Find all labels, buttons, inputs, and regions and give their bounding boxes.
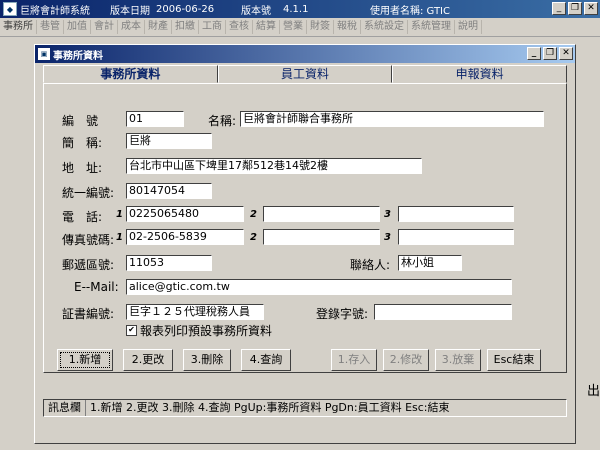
phone-2-field[interactable] <box>263 206 380 222</box>
contact-field[interactable]: 林小姐 <box>398 255 462 271</box>
fax-index-3: 3 <box>384 232 391 243</box>
version-number: 4.1.1 <box>283 3 309 15</box>
zip-label: 郵遞區號: <box>62 258 115 272</box>
code-field[interactable]: 01 <box>126 111 184 127</box>
menu-cost[interactable]: 成本 <box>118 20 145 34</box>
fax-index-1: 1 <box>116 232 123 243</box>
menu-help[interactable]: 說明 <box>455 20 482 34</box>
menu-settlement[interactable]: 結算 <box>253 20 280 34</box>
menu-accounting[interactable]: 會計 <box>91 20 118 34</box>
fax-index-2: 2 <box>250 232 257 243</box>
status-bar: 訊息欄 1.新增 2.更改 3.刪除 4.查詢 PgUp:事務所資料 PgDn:… <box>43 399 567 417</box>
tab-filing-data[interactable]: 申報資料 <box>392 65 568 83</box>
minimize-icon[interactable]: _ <box>552 2 566 15</box>
cert-field[interactable]: 巨字１２５代理稅務人員 <box>126 304 264 320</box>
reg-label: 登錄字號: <box>316 307 369 321</box>
version-number-label: 版本號 <box>241 5 271 17</box>
zip-field[interactable]: 11053 <box>126 255 212 271</box>
version-date: 2006-06-26 <box>156 3 215 15</box>
user-name: 使用者名稱: GTIC <box>370 5 450 17</box>
fax-1-field[interactable]: 02-2506-5839 <box>126 229 244 245</box>
phone-3-field[interactable] <box>398 206 514 222</box>
phone-1-field[interactable]: 0225065480 <box>126 206 244 222</box>
dialog-minimize-icon[interactable]: _ <box>527 47 541 60</box>
esc-exit-button[interactable]: Esc結束 <box>487 349 541 371</box>
tax-id-label: 統一編號: <box>62 186 115 200</box>
tax-id-field[interactable]: 80147054 <box>126 183 212 199</box>
email-label: E--Mail: <box>74 280 119 294</box>
short-name-field[interactable]: 巨將 <box>126 133 212 149</box>
background-fragment: 出 <box>586 384 600 399</box>
app-title: 巨將會計師系統 <box>20 5 90 17</box>
close-icon[interactable]: ✕ <box>584 2 598 15</box>
address-field[interactable]: 台北市中山區下埤里17鄰512巷14號2樓 <box>126 158 422 174</box>
menu-finance[interactable]: 財簽 <box>307 20 334 34</box>
app-title-bar: ◆ 巨將會計師系統 版本日期 2006-06-26 版本號 4.1.1 使用者名… <box>0 0 600 18</box>
query-button[interactable]: 4.查詢 <box>241 349 291 371</box>
add-button[interactable]: 1.新增 <box>57 349 113 371</box>
tab-employee-data[interactable]: 員工資料 <box>217 65 393 83</box>
menu-business[interactable]: 工商 <box>199 20 226 34</box>
menu-withholding[interactable]: 扣繳 <box>172 20 199 34</box>
menu-bar: 事務所 巷管 加值 會計 成本 財產 扣繳 工商 查核 結算 營業 財簽 報稅 … <box>0 18 600 37</box>
save-button[interactable]: 1.存入 <box>331 349 377 371</box>
phone-index-1: 1 <box>116 209 123 220</box>
menu-office[interactable]: 事務所 <box>0 20 37 34</box>
dialog-maximize-icon[interactable]: ❐ <box>543 47 557 60</box>
menu-audit[interactable]: 查核 <box>226 20 253 34</box>
reg-field[interactable] <box>374 304 512 320</box>
print-default-checkbox[interactable]: ✔ <box>126 325 137 336</box>
tab-office-data[interactable]: 事務所資料 <box>43 65 218 83</box>
address-label: 地 址: <box>62 161 103 175</box>
office-data-dialog: ▣ 事務所資料 _ ❐ ✕ 事務所資料 員工資料 申報資料 編 號 01 名稱:… <box>34 44 576 444</box>
dialog-icon: ▣ <box>38 48 50 60</box>
menu-tax[interactable]: 報稅 <box>334 20 361 34</box>
version-date-label: 版本日期 <box>110 5 150 17</box>
modify-button[interactable]: 2.修改 <box>383 349 429 371</box>
print-default-label: 報表列印預設事務所資料 <box>140 324 273 338</box>
dialog-title-bar: ▣ 事務所資料 _ ❐ ✕ <box>35 45 575 63</box>
fax-3-field[interactable] <box>398 229 514 245</box>
menu-lane[interactable]: 巷管 <box>37 20 64 34</box>
name-label: 名稱: <box>208 114 237 128</box>
button-row: 1.新增 2.更改 3.刪除 4.查詢 1.存入 2.修改 3.放棄 Esc結束 <box>53 349 553 375</box>
restore-icon[interactable]: ❐ <box>568 2 582 15</box>
menu-system-admin[interactable]: 系統管理 <box>408 20 455 34</box>
code-label: 編 號 <box>62 114 99 128</box>
email-field[interactable]: alice@gtic.com.tw <box>126 279 512 295</box>
menu-sales[interactable]: 營業 <box>280 20 307 34</box>
status-tag: 訊息欄 <box>44 400 86 416</box>
edit-button[interactable]: 2.更改 <box>123 349 173 371</box>
menu-system-settings[interactable]: 系統設定 <box>361 20 408 34</box>
menu-assets[interactable]: 財產 <box>145 20 172 34</box>
dialog-close-icon[interactable]: ✕ <box>559 47 573 60</box>
cert-label: 証書編號: <box>62 307 115 321</box>
fax-label: 傳真號碼: <box>62 233 115 247</box>
status-message: 1.新增 2.更改 3.刪除 4.查詢 PgUp:事務所資料 PgDn:員工資料… <box>90 401 450 414</box>
dialog-title: 事務所資料 <box>53 50 103 62</box>
app-icon: ◆ <box>3 2 17 16</box>
short-name-label: 簡 稱: <box>62 136 103 150</box>
delete-button[interactable]: 3.刪除 <box>183 349 231 371</box>
contact-label: 聯絡人: <box>350 258 391 272</box>
phone-index-3: 3 <box>384 209 391 220</box>
tab-strip: 事務所資料 員工資料 申報資料 <box>43 65 568 83</box>
fax-2-field[interactable] <box>263 229 380 245</box>
discard-button[interactable]: 3.放棄 <box>435 349 481 371</box>
name-field[interactable]: 巨將會計師聯合事務所 <box>240 111 544 127</box>
menu-vat[interactable]: 加值 <box>64 20 91 34</box>
phone-label: 電 話: <box>62 210 103 224</box>
phone-index-2: 2 <box>250 209 257 220</box>
office-data-panel: 編 號 01 名稱: 巨將會計師聯合事務所 簡 稱: 巨將 地 址: 台北市中山… <box>43 83 567 373</box>
